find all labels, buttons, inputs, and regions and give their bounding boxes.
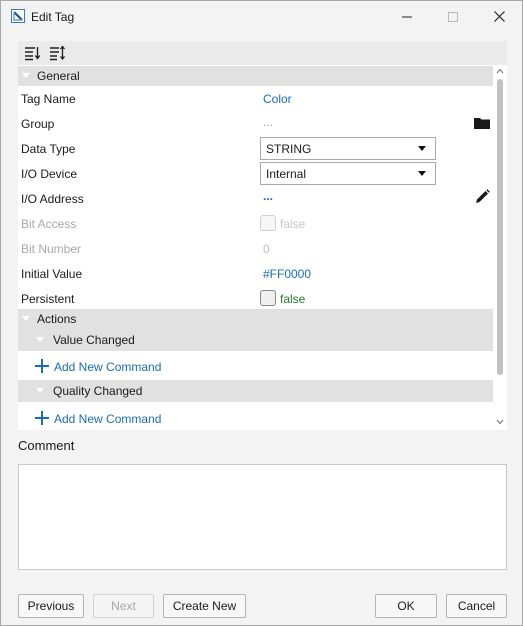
edit-pencil-icon[interactable] [473, 188, 491, 206]
vertical-scrollbar[interactable] [495, 67, 505, 429]
plus-icon [35, 359, 49, 373]
add-command-label[interactable]: Add New Command [54, 360, 161, 374]
sort-alpha-icon[interactable] [49, 45, 65, 61]
row-tag-name: Tag Name Color [18, 86, 493, 111]
data-type-label: Data Type [21, 142, 76, 156]
initial-value-value[interactable]: #FF0000 [263, 267, 311, 281]
quality-changed-label: Quality Changed [53, 384, 143, 398]
subcategory-value-changed[interactable]: Value Changed [18, 329, 493, 351]
maximize-icon [448, 11, 458, 22]
collapse-triangle-icon[interactable] [22, 73, 30, 78]
tag-name-value[interactable]: Color [263, 92, 292, 106]
minimize-icon [402, 16, 412, 17]
persistent-checkbox[interactable] [260, 290, 276, 306]
plus-icon [35, 411, 49, 425]
row-bit-number: Bit Number 0 [18, 236, 493, 261]
io-address-value[interactable]: ... [263, 189, 273, 203]
add-command-label[interactable]: Add New Command [54, 412, 161, 426]
bit-access-checkbox [260, 215, 276, 231]
property-grid-toolbar [18, 41, 507, 65]
close-button[interactable] [476, 1, 522, 32]
chevron-down-icon [418, 146, 426, 151]
scroll-down-icon[interactable] [496, 418, 504, 426]
row-io-device: I/O Device Internal [18, 161, 493, 186]
bit-access-label: Bit Access [21, 217, 77, 231]
edit-tag-dialog: Edit Tag General Tag Name Color Group ..… [0, 0, 523, 626]
property-grid: General Tag Name Color Group ... Data Ty… [18, 41, 507, 430]
row-persistent: Persistent false [18, 286, 493, 311]
io-device-label: I/O Device [21, 167, 78, 181]
comment-textarea[interactable] [18, 464, 507, 570]
group-value[interactable]: ... [263, 115, 273, 129]
scroll-up-icon[interactable] [496, 67, 504, 75]
app-logo-icon [11, 9, 25, 23]
tag-name-label: Tag Name [21, 92, 76, 106]
cancel-button[interactable]: Cancel [446, 594, 507, 618]
initial-value-label: Initial Value [21, 267, 83, 281]
category-actions-label: Actions [37, 312, 77, 326]
row-initial-value: Initial Value #FF0000 [18, 261, 493, 286]
comment-label: Comment [18, 438, 75, 453]
bit-number-label: Bit Number [21, 242, 82, 256]
row-io-address: I/O Address ... [18, 186, 493, 211]
previous-button[interactable]: Previous [18, 594, 84, 618]
bit-access-value: false [280, 217, 306, 231]
persistent-label: Persistent [21, 292, 75, 306]
category-general-label: General [37, 69, 80, 83]
category-actions[interactable]: Actions [18, 309, 493, 329]
maximize-button[interactable] [430, 1, 476, 32]
collapse-triangle-icon[interactable] [36, 337, 44, 342]
category-general[interactable]: General [18, 66, 493, 86]
io-device-dropdown[interactable]: Internal [260, 162, 436, 185]
row-group: Group ... [18, 111, 493, 136]
group-label: Group [21, 117, 55, 131]
subcategory-quality-changed[interactable]: Quality Changed [18, 380, 493, 402]
title-bar: Edit Tag [1, 1, 522, 33]
add-command-value-changed[interactable]: Add New Command [18, 353, 493, 379]
folder-icon[interactable] [473, 114, 491, 132]
collapse-triangle-icon[interactable] [36, 388, 44, 393]
row-data-type: Data Type STRING [18, 136, 493, 161]
chevron-down-icon [418, 171, 426, 176]
create-new-button[interactable]: Create New [163, 594, 246, 618]
sort-categorized-icon[interactable] [24, 45, 40, 61]
add-command-quality-changed[interactable]: Add New Command [18, 405, 493, 430]
next-button[interactable]: Next [93, 594, 154, 618]
data-type-dropdown[interactable]: STRING [260, 137, 436, 160]
bit-number-value: 0 [263, 242, 270, 256]
data-type-selected: STRING [266, 142, 312, 156]
collapse-triangle-icon[interactable] [22, 316, 30, 321]
ok-button[interactable]: OK [375, 594, 437, 618]
close-icon [493, 11, 505, 22]
property-grid-body: General Tag Name Color Group ... Data Ty… [18, 65, 493, 430]
value-changed-label: Value Changed [53, 333, 135, 347]
scrollbar-thumb[interactable] [497, 79, 503, 375]
persistent-value: false [280, 292, 306, 306]
minimize-button[interactable] [384, 1, 430, 32]
row-bit-access: Bit Access false [18, 211, 493, 236]
window-title: Edit Tag [31, 10, 75, 24]
io-device-selected: Internal [266, 167, 307, 181]
io-address-label: I/O Address [21, 192, 84, 206]
